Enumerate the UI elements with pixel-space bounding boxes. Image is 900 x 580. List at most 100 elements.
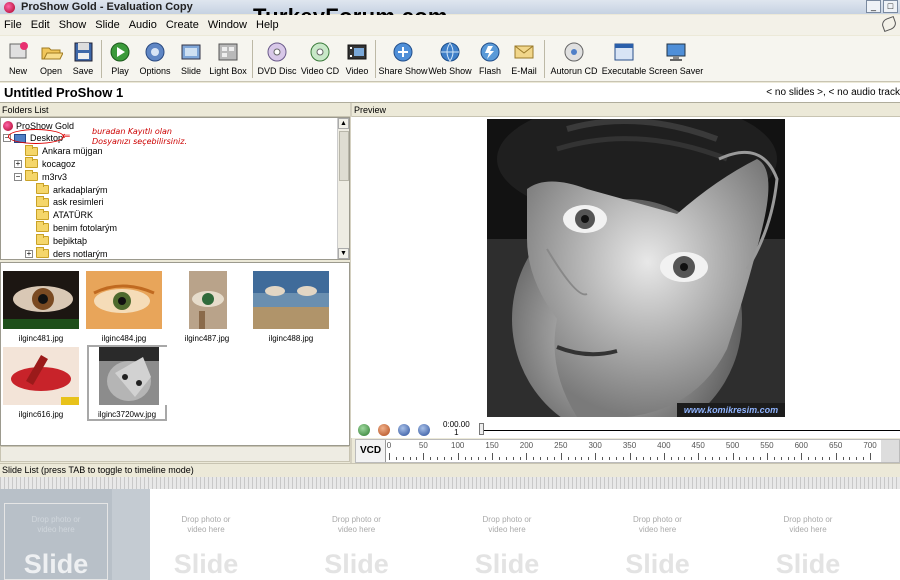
thumbnail-item[interactable]: ilginc484.jpg xyxy=(84,271,164,347)
thumbnail-caption: ilginc487.jpg xyxy=(184,334,230,343)
expand-icon[interactable]: + xyxy=(14,159,22,168)
slide-placeholder-label: Slide xyxy=(23,549,89,579)
ruler-tick-label: 350 xyxy=(622,441,637,450)
ruler-tick xyxy=(636,457,638,460)
hand-face-thumbnail xyxy=(91,347,167,405)
slide-placeholder-label: Slide xyxy=(324,549,389,579)
ruler-tick xyxy=(567,457,569,460)
annotation-line-2: Dosyanızı seçebilirsiniz. xyxy=(92,137,187,146)
tree-item-folder[interactable]: − m3rv3 xyxy=(14,170,67,183)
tree-item-folder[interactable]: + ders notlarým xyxy=(25,247,108,259)
tree-item-folder[interactable]: Ankara müjgan xyxy=(14,144,103,158)
screen-saver-button[interactable]: Screen Saver xyxy=(648,36,704,82)
folder-tree-scrollbar[interactable]: ▲ ▼ xyxy=(337,118,349,259)
slide-slot[interactable]: Drop photo or video here Slide xyxy=(131,489,281,580)
slide-slot[interactable]: Drop photo or video here Slide xyxy=(733,489,883,580)
menu-bar: File Edit Show Slide Audio Create Window Help xyxy=(0,15,900,35)
scroll-down-icon[interactable]: ▼ xyxy=(338,248,349,259)
expand-icon[interactable]: + xyxy=(25,249,33,258)
next-slide-icon[interactable] xyxy=(418,424,430,436)
menu-show[interactable]: Show xyxy=(59,19,87,31)
app-icon xyxy=(3,120,13,131)
dvd-disc-button[interactable]: DVD Disc xyxy=(256,36,298,82)
flash-button[interactable]: Flash xyxy=(473,36,507,82)
scroll-thumb[interactable] xyxy=(339,131,349,181)
toolbar-label: Video xyxy=(345,66,369,76)
video-button[interactable]: Video xyxy=(342,36,372,82)
playback-time: 0:00.00 1 xyxy=(443,421,470,437)
slide-placeholder-label: Slide xyxy=(625,549,690,579)
video-cd-button[interactable]: Video CD xyxy=(298,36,342,82)
new-button[interactable]: New xyxy=(2,36,34,82)
slide-slot[interactable]: Drop photo or video here Slide xyxy=(0,489,150,580)
web-show-button[interactable]: Web Show xyxy=(427,36,473,82)
thumbnail-item[interactable]: ilginc487.jpg xyxy=(167,271,247,347)
maximize-button[interactable]: □ xyxy=(883,0,898,13)
tree-item-folder[interactable]: ask resimleri xyxy=(25,195,104,209)
drop-hint: Drop photo or video here xyxy=(332,515,381,534)
project-status: < no slides >, < no audio track xyxy=(766,87,900,98)
email-icon xyxy=(511,40,537,64)
menu-edit[interactable]: Edit xyxy=(31,19,50,31)
e-mail-button[interactable]: E-Mail xyxy=(507,36,541,82)
options-button[interactable]: Options xyxy=(135,36,175,82)
thumbnail-item-selected[interactable]: ilginc3720wv.jpg xyxy=(87,345,167,421)
ruler-tick xyxy=(842,457,844,460)
title-bar: ProShow Gold - Evaluation Copy _ □ xyxy=(0,0,900,14)
toolbar-label: E-Mail xyxy=(511,66,537,76)
executable-button[interactable]: Executable xyxy=(600,36,648,82)
share-show-button[interactable]: Share Show xyxy=(378,36,428,82)
light-box-button[interactable]: Light Box xyxy=(207,36,249,82)
previous-slide-icon[interactable] xyxy=(398,424,410,436)
slide-slot[interactable]: Drop photo or video here Slide xyxy=(432,489,582,580)
ruler-tick xyxy=(629,453,631,460)
folder-icon xyxy=(36,208,49,220)
slide-slot[interactable]: Drop photo or video here Slide xyxy=(583,489,733,580)
menu-slide[interactable]: Slide xyxy=(95,19,119,31)
ruler-tick xyxy=(711,457,713,460)
folders-list-header: Folders List xyxy=(0,104,350,117)
new-icon xyxy=(5,40,31,64)
play-preview-icon[interactable] xyxy=(358,424,370,436)
menu-file[interactable]: File xyxy=(4,19,22,31)
tree-item-folder[interactable]: arkadaþlarým xyxy=(25,183,108,196)
dvd-icon xyxy=(264,40,290,64)
tree-item-folder[interactable]: + kocagoz xyxy=(14,157,76,170)
timeline-ruler[interactable]: VCD 0 50 100 150 200 250 300 350 400 450 500 550 600… xyxy=(355,439,900,463)
scroll-up-icon[interactable]: ▲ xyxy=(338,118,349,129)
tree-item-folder[interactable]: ATATÜRK xyxy=(25,208,93,222)
menu-help[interactable]: Help xyxy=(256,19,279,31)
open-button[interactable]: Open xyxy=(34,36,68,82)
toolbar-label: Web Show xyxy=(428,66,472,76)
menu-audio[interactable]: Audio xyxy=(129,19,157,31)
playback-handle[interactable] xyxy=(479,423,484,435)
ruler-tick xyxy=(526,453,528,460)
thumbnail-item[interactable]: ilginc481.jpg xyxy=(1,271,81,347)
play-button[interactable]: Play xyxy=(105,36,135,82)
slide-button[interactable]: Slide xyxy=(175,36,207,82)
annotation-circle xyxy=(8,129,64,144)
thumbnail-item[interactable]: ilginc616.jpg xyxy=(1,347,81,423)
save-button[interactable]: Save xyxy=(68,36,98,82)
stop-preview-icon[interactable] xyxy=(378,424,390,436)
file-browser-scrollbar[interactable] xyxy=(0,446,350,462)
tree-item-folder[interactable]: beþiktaþ xyxy=(25,234,87,247)
output-format-label[interactable]: VCD xyxy=(356,440,386,462)
drop-hint: Drop photo or video here xyxy=(633,515,682,534)
minimize-button[interactable]: _ xyxy=(866,0,881,13)
toolbar-separator xyxy=(101,40,102,78)
ruler-tick xyxy=(746,457,748,460)
thumbnail-item[interactable]: ilginc488.jpg xyxy=(251,271,331,347)
eye-makeup-thumbnail xyxy=(86,271,162,329)
ruler-tick xyxy=(409,457,411,460)
ruler-tick xyxy=(471,457,473,460)
menu-window[interactable]: Window xyxy=(208,19,247,31)
slide-slot[interactable]: Drop photo or video here Slide xyxy=(282,489,432,580)
app-icon xyxy=(4,1,15,13)
menu-create[interactable]: Create xyxy=(166,19,199,31)
annotation-line-1: buradan Kayıtlı olan xyxy=(92,127,172,136)
collapse-icon[interactable]: − xyxy=(14,172,22,181)
tree-item-folder[interactable]: benim fotolarým xyxy=(25,221,117,234)
playback-track[interactable] xyxy=(479,430,900,431)
autorun-cd-button[interactable]: Autorun CD xyxy=(548,36,600,82)
